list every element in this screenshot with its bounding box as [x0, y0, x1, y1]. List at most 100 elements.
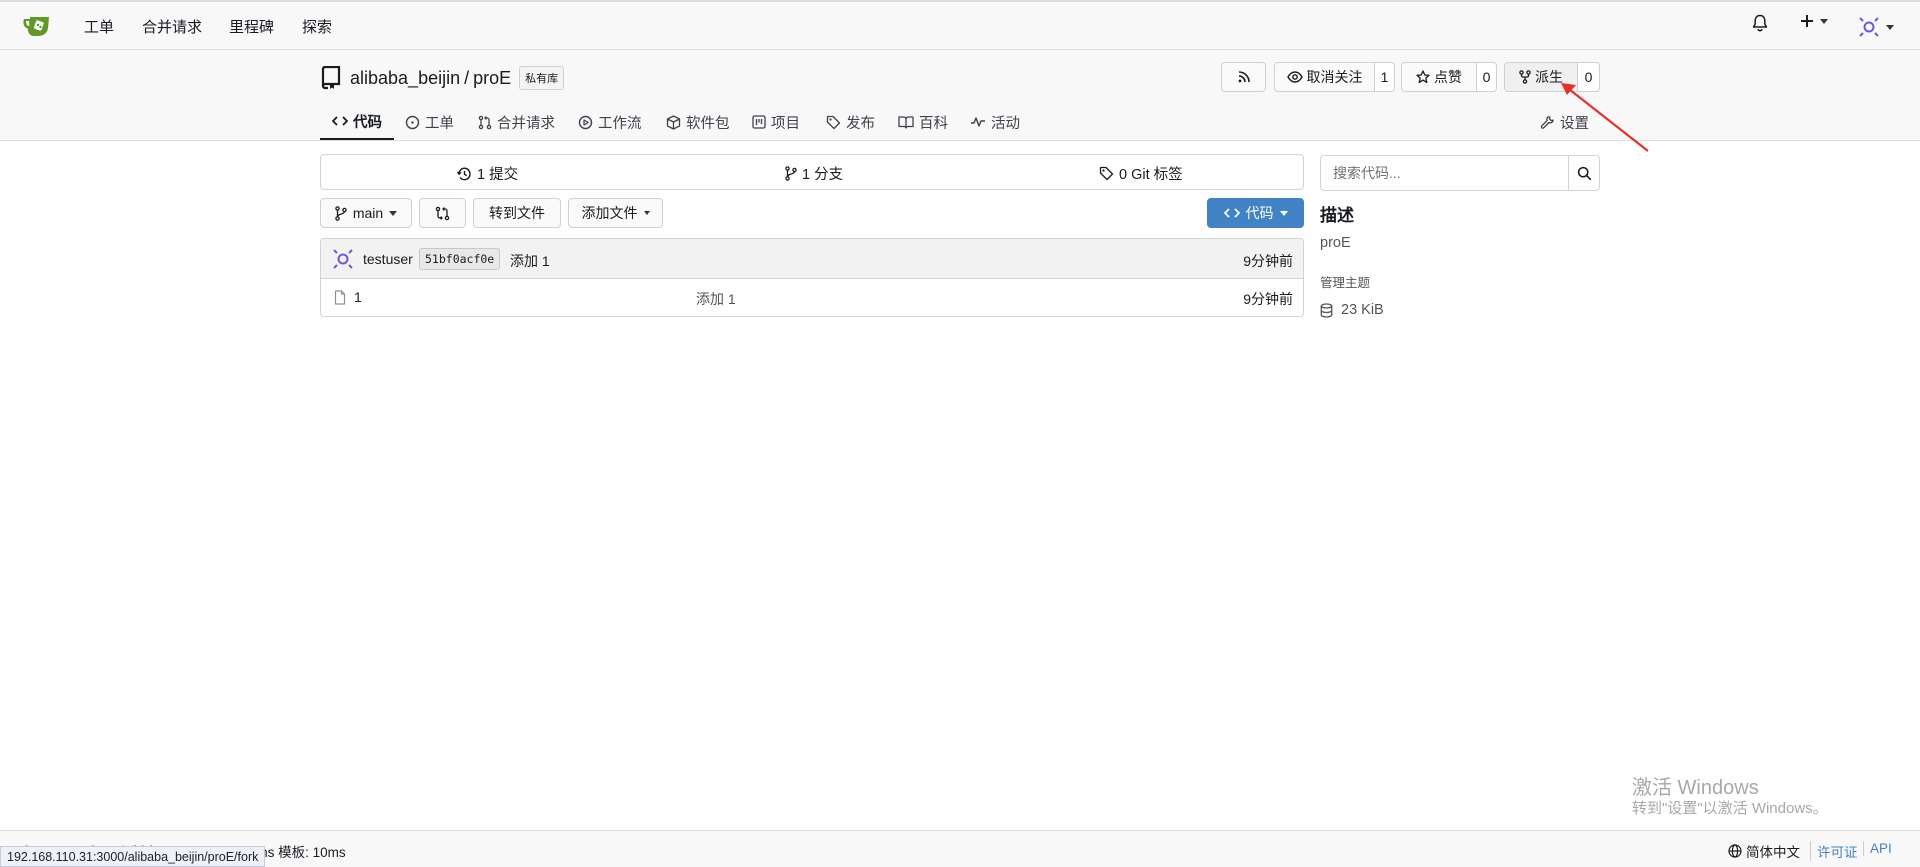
- tab-code-label: 代码: [353, 114, 382, 131]
- unwatch-button[interactable]: 取消关注: [1274, 62, 1375, 92]
- branches-stat-label: 1 分支: [802, 167, 844, 183]
- branch-icon: [335, 205, 347, 221]
- star-label: 点赞: [1434, 69, 1462, 85]
- create-new-menu[interactable]: [1800, 14, 1828, 28]
- chevron-down-icon: [389, 210, 398, 216]
- page-footer: 由 Gitea 强力驱动 版本: 1.25.0 页面: 42ms 模板: 10m…: [0, 830, 1920, 867]
- topnav-explore[interactable]: 探索: [302, 16, 332, 37]
- red-annotation-arrow: [1561, 83, 1649, 152]
- branch-icon: [785, 166, 797, 181]
- file-table: testuser 51bf0acf0e 添加 1 9分钟前 1 添加 1 9分钟…: [320, 238, 1304, 317]
- avatar: [1859, 17, 1879, 37]
- repo-size: 23 KiB: [1320, 302, 1384, 318]
- file-name-link[interactable]: 1: [354, 289, 362, 305]
- wrench-icon: [1540, 115, 1554, 129]
- commit-sha-link[interactable]: 51bf0acf0e: [419, 248, 501, 270]
- fork-label: 派生: [1535, 69, 1563, 85]
- package-icon: [666, 114, 681, 130]
- private-badge: 私有库: [519, 66, 565, 90]
- file-commit-time: 9分钟前: [1243, 291, 1293, 307]
- tab-releases-label: 发布: [846, 115, 875, 132]
- globe-icon: [1728, 844, 1742, 858]
- user-menu[interactable]: [1858, 16, 1894, 38]
- notification-bell-icon[interactable]: [1752, 14, 1768, 32]
- commit-message-link[interactable]: 添加 1: [510, 251, 550, 271]
- tab-actions[interactable]: 工作流: [578, 104, 642, 140]
- tab-packages[interactable]: 软件包: [666, 104, 730, 140]
- clone-code-label: 代码: [1245, 205, 1274, 221]
- file-icon: [334, 290, 346, 305]
- pull-request-icon: [478, 115, 492, 129]
- tab-code[interactable]: 代码: [320, 104, 394, 140]
- unwatch-label: 取消关注: [1306, 69, 1363, 85]
- clone-code-button[interactable]: 代码: [1207, 198, 1304, 228]
- project-icon: [752, 115, 766, 129]
- branch-selector[interactable]: main: [320, 198, 412, 228]
- add-file-dropdown[interactable]: 添加文件: [568, 198, 663, 228]
- fork-icon: [1519, 70, 1531, 84]
- topnav-milestones[interactable]: 里程碑: [229, 16, 274, 37]
- chevron-down-icon: [1886, 24, 1894, 30]
- topnav-issues[interactable]: 工单: [84, 16, 114, 37]
- tab-wiki-label: 百科: [919, 115, 948, 132]
- file-commit-message[interactable]: 添加 1: [696, 289, 736, 309]
- commits-stat-label: 1 提交: [477, 167, 519, 183]
- avatar[interactable]: [332, 248, 354, 270]
- tab-wiki[interactable]: 百科: [898, 104, 948, 140]
- commit-author-link[interactable]: testuser: [363, 251, 413, 267]
- tab-issues[interactable]: 工单: [405, 104, 454, 140]
- table-row[interactable]: 1 添加 1 9分钟前: [321, 279, 1303, 316]
- star-button[interactable]: 点赞: [1401, 62, 1477, 92]
- tab-issues-label: 工单: [425, 115, 454, 132]
- commit-time: 9分钟前: [1243, 253, 1293, 269]
- windows-activation-title: 激活 Windows: [1632, 777, 1759, 799]
- manage-topics-link[interactable]: 管理主题: [1320, 272, 1370, 291]
- repo-name-link[interactable]: proE: [473, 68, 511, 89]
- star-icon: [1416, 70, 1430, 84]
- chevron-down-icon: [1279, 210, 1288, 216]
- tags-stat-label: 0 Git 标签: [1119, 167, 1183, 183]
- code-icon: [1223, 208, 1240, 218]
- plus-icon: [1801, 15, 1813, 27]
- rss-icon: [1238, 71, 1250, 83]
- code-search: [1320, 155, 1600, 191]
- repo-owner-link[interactable]: alibaba_beijin: [350, 68, 460, 89]
- commits-stat[interactable]: 1 提交: [456, 163, 518, 184]
- search-button[interactable]: [1568, 156, 1600, 190]
- topnav-pull-requests[interactable]: 合并请求: [142, 16, 202, 37]
- tab-projects[interactable]: 项目: [752, 104, 800, 140]
- tag-icon: [1099, 166, 1114, 181]
- branch-selector-label: main: [352, 205, 384, 221]
- tab-pull-requests[interactable]: 合并请求: [478, 104, 555, 140]
- tab-activity-label: 活动: [991, 115, 1020, 132]
- history-icon: [456, 167, 471, 180]
- branches-stat[interactable]: 1 分支: [785, 163, 843, 184]
- rss-feed-button[interactable]: [1221, 62, 1266, 92]
- code-icon: [332, 116, 348, 126]
- issue-icon: [405, 115, 420, 129]
- license-link[interactable]: 许可证: [1810, 841, 1858, 861]
- latest-commit-row: testuser 51bf0acf0e 添加 1 9分钟前: [321, 239, 1303, 279]
- goto-file-label: 转到文件: [489, 205, 545, 221]
- language-selector[interactable]: 简体中文: [1728, 841, 1800, 861]
- api-link[interactable]: API: [1863, 841, 1892, 856]
- tab-activity[interactable]: 活动: [970, 104, 1020, 140]
- watch-count[interactable]: 1: [1375, 62, 1395, 92]
- tags-stat[interactable]: 0 Git 标签: [1099, 163, 1183, 184]
- chevron-down-icon: [643, 211, 650, 215]
- chevron-down-icon: [1820, 18, 1828, 24]
- tab-projects-label: 项目: [771, 115, 800, 132]
- repo-size-label: 23 KiB: [1341, 302, 1384, 318]
- database-icon: [1320, 302, 1333, 318]
- search-icon: [1577, 166, 1592, 180]
- tab-packages-label: 软件包: [686, 115, 730, 132]
- repo-title: alibaba_beijin / proE 私有库: [320, 66, 565, 90]
- star-count[interactable]: 0: [1477, 62, 1497, 92]
- description-heading: 描述: [1320, 206, 1354, 225]
- repo-stats-bar: 1 提交 1 分支 0 Git 标签: [320, 154, 1304, 190]
- gitea-logo-icon[interactable]: [22, 12, 54, 40]
- tab-releases[interactable]: 发布: [826, 104, 875, 140]
- search-input[interactable]: [1321, 156, 1568, 190]
- goto-file-button[interactable]: 转到文件: [473, 198, 561, 228]
- compare-button[interactable]: [419, 198, 466, 228]
